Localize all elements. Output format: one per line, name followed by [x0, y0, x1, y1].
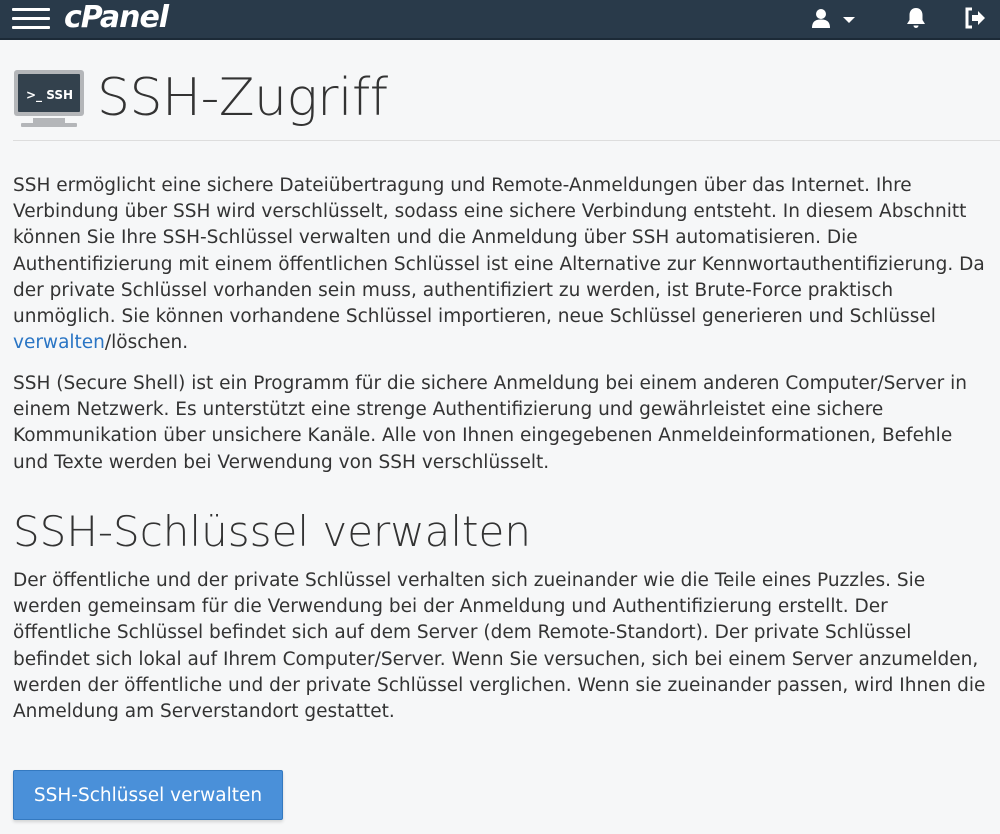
menu-icon[interactable]	[12, 6, 50, 32]
user-icon	[812, 9, 830, 28]
logout-icon	[965, 7, 985, 29]
intro-paragraph: SSH ermöglicht eine sichere Dateiübertra…	[13, 173, 988, 356]
ssh-description-paragraph: SSH (Secure Shell) ist ein Programm für …	[13, 373, 967, 473]
bell-icon	[907, 8, 925, 28]
ssh-icon-label: >_ SSH	[26, 88, 73, 103]
page-title: SSH-Zugriff	[97, 68, 388, 128]
notifications-button[interactable]	[904, 0, 928, 36]
page-header: >_ SSH SSH-Zugriff	[13, 60, 988, 136]
manage-ssh-keys-button[interactable]: SSH-Schlüssel verwalten	[13, 770, 283, 820]
section-paragraph: Der öffentliche und der private Schlüsse…	[13, 570, 986, 723]
cpanel-logo[interactable]: cPanel	[64, 0, 169, 36]
intro-text: SSH ermöglicht eine sichere Dateiübertra…	[13, 175, 985, 328]
intro-text-end: /löschen.	[104, 332, 189, 354]
ssh-terminal-icon: >_ SSH	[13, 68, 85, 128]
user-menu-button[interactable]	[810, 0, 857, 36]
chevron-down-icon	[843, 17, 855, 23]
header-divider	[13, 140, 1000, 141]
manage-keys-link[interactable]: verwalten	[13, 332, 105, 353]
top-navigation-bar: cPanel	[0, 0, 1000, 40]
main-content: >_ SSH SSH-Zugriff SSH ermöglicht eine s…	[13, 60, 1000, 820]
logout-button[interactable]	[964, 0, 988, 36]
section-title: SSH-Schlüssel verwalten	[13, 507, 531, 556]
